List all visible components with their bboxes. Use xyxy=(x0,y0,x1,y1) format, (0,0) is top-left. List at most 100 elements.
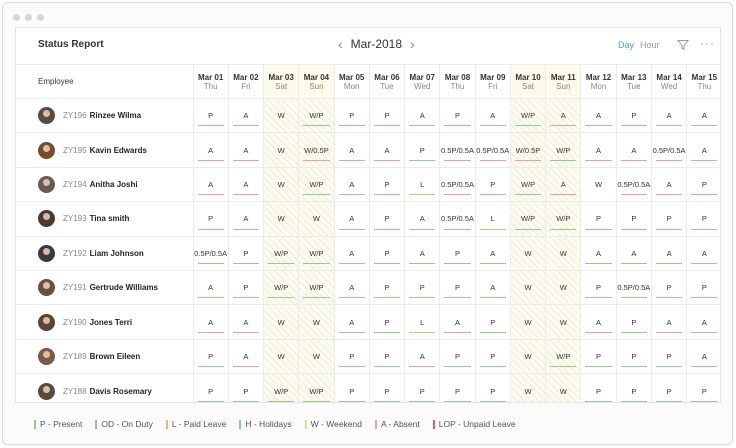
status-cell[interactable]: P xyxy=(651,338,688,374)
status-cell[interactable]: W/P xyxy=(298,373,335,402)
status-cell[interactable]: P xyxy=(369,304,406,340)
status-cell[interactable]: W xyxy=(263,97,300,133)
status-cell[interactable]: A xyxy=(651,166,688,202)
status-cell[interactable]: A xyxy=(545,97,582,133)
status-cell[interactable]: A xyxy=(651,97,688,133)
status-cell[interactable]: W/P xyxy=(298,166,335,202)
status-cell[interactable]: P xyxy=(580,338,617,374)
status-cell[interactable]: W/P xyxy=(263,373,300,402)
chevron-left-icon[interactable]: ‹ xyxy=(338,37,343,51)
status-cell[interactable]: 0.5P/0.5A xyxy=(439,166,476,202)
table-row[interactable]: ZY191 Gertrude Williams A P W/P W/P A P P P A W W P 0.… xyxy=(16,269,720,305)
status-cell[interactable]: A xyxy=(616,132,652,168)
status-cell[interactable]: A xyxy=(651,304,688,340)
employee-name[interactable]: Gertrude Williams xyxy=(90,283,158,292)
status-cell[interactable]: A xyxy=(228,97,265,133)
status-cell[interactable]: P xyxy=(439,373,476,402)
status-cell[interactable]: P xyxy=(193,97,229,133)
status-cell[interactable]: W/P xyxy=(510,166,547,202)
status-cell[interactable]: W xyxy=(580,166,617,202)
status-cell[interactable]: P xyxy=(334,373,370,402)
status-cell[interactable]: A xyxy=(616,235,652,271)
status-cell[interactable]: P xyxy=(369,201,406,237)
status-cell[interactable]: P xyxy=(686,269,720,305)
status-cell[interactable]: A xyxy=(334,235,370,271)
status-cell[interactable]: A xyxy=(193,304,229,340)
status-cell[interactable]: P xyxy=(580,201,617,237)
status-cell[interactable]: P xyxy=(193,201,229,237)
status-cell[interactable]: W/P xyxy=(510,201,547,237)
status-cell[interactable]: 0.5P/0.5A xyxy=(616,166,652,202)
employee-cell[interactable]: ZY192 Liam Johnson xyxy=(16,235,194,271)
status-cell[interactable]: P xyxy=(228,269,265,305)
status-cell[interactable]: A xyxy=(334,166,370,202)
status-cell[interactable]: W/0.5P xyxy=(510,132,547,168)
status-cell[interactable]: A xyxy=(369,132,406,168)
status-cell[interactable]: P xyxy=(651,269,688,305)
status-cell[interactable]: P xyxy=(475,373,511,402)
status-cell[interactable]: A xyxy=(475,235,511,271)
status-cell[interactable]: A xyxy=(404,338,441,374)
status-cell[interactable]: P xyxy=(580,269,617,305)
status-cell[interactable]: P xyxy=(369,373,406,402)
table-row[interactable]: ZY189 Brown Eileen P A W W P P A P P W W/P P P P A xyxy=(16,338,720,374)
table-row[interactable]: ZY188 Davis Rosemary P P W/P W/P P P P P P W W P P P P xyxy=(16,373,720,402)
status-cell[interactable]: P xyxy=(369,166,406,202)
employee-cell[interactable]: ZY194 Anitha Joshi xyxy=(16,166,194,202)
status-cell[interactable]: A xyxy=(228,132,265,168)
status-cell[interactable]: P xyxy=(651,373,688,402)
status-cell[interactable]: W xyxy=(298,304,335,340)
status-cell[interactable]: P xyxy=(475,166,511,202)
status-cell[interactable]: 0.5P/0.5A xyxy=(475,132,511,168)
employee-cell[interactable]: ZY191 Gertrude Williams xyxy=(16,269,194,305)
status-cell[interactable]: A xyxy=(193,269,229,305)
table-row[interactable]: ZY193 Tina smith P A W W A P A 0.5P/0.5A L W/P W/P P P… xyxy=(16,201,720,237)
status-cell[interactable]: P xyxy=(369,269,406,305)
status-cell[interactable]: P xyxy=(686,373,720,402)
window-dot-icon[interactable] xyxy=(37,14,44,21)
table-row[interactable]: ZY196 Rinzee Wilma P A W W/P P P A P A W/P A A P A A xyxy=(16,97,720,133)
employee-name[interactable]: Davis Rosemary xyxy=(90,387,152,396)
employee-cell[interactable]: ZY188 Davis Rosemary xyxy=(16,373,194,402)
status-cell[interactable]: P xyxy=(228,373,265,402)
status-cell[interactable]: P xyxy=(228,235,265,271)
table-row[interactable]: ZY190 Jones Terri A A W W A P L A P W W A P A A xyxy=(16,304,720,340)
status-cell[interactable]: W/P xyxy=(298,235,335,271)
status-cell[interactable]: W/P xyxy=(298,269,335,305)
status-cell[interactable]: W/0.5P xyxy=(298,132,335,168)
employee-cell[interactable]: ZY196 Rinzee Wilma xyxy=(16,97,194,133)
status-cell[interactable]: W xyxy=(545,235,582,271)
status-cell[interactable]: W xyxy=(263,338,300,374)
status-cell[interactable]: A xyxy=(580,235,617,271)
employee-name[interactable]: Kavin Edwards xyxy=(90,146,147,155)
employee-name[interactable]: Brown Eileen xyxy=(90,352,141,361)
status-cell[interactable]: W xyxy=(545,269,582,305)
status-cell[interactable]: P xyxy=(439,269,476,305)
status-cell[interactable]: W/P xyxy=(263,269,300,305)
status-cell[interactable]: A xyxy=(545,166,582,202)
status-cell[interactable]: W xyxy=(510,373,547,402)
table-row[interactable]: ZY192 Liam Johnson 0.5P/0.5A P W/P W/P A P A P A W W… xyxy=(16,235,720,271)
status-cell[interactable]: P xyxy=(651,201,688,237)
status-cell[interactable]: P xyxy=(616,338,652,374)
view-hour-tab[interactable]: Hour xyxy=(640,40,660,50)
status-cell[interactable]: A xyxy=(228,201,265,237)
filter-icon[interactable] xyxy=(677,39,689,51)
status-cell[interactable]: W xyxy=(263,166,300,202)
status-cell[interactable]: W/P xyxy=(545,132,582,168)
window-dot-icon[interactable] xyxy=(25,14,32,21)
window-dot-icon[interactable] xyxy=(13,14,20,21)
status-cell[interactable]: P xyxy=(616,373,652,402)
status-cell[interactable]: W xyxy=(298,201,335,237)
employee-name[interactable]: Liam Johnson xyxy=(90,249,144,258)
table-row[interactable]: ZY195 Kavin Edwards A A W W/0.5P A A P 0.5P/0.5A 0… xyxy=(16,132,720,168)
chevron-right-icon[interactable]: › xyxy=(410,37,415,51)
status-cell[interactable]: L xyxy=(475,201,511,237)
status-cell[interactable]: W xyxy=(298,338,335,374)
employee-cell[interactable]: ZY189 Brown Eileen xyxy=(16,338,194,374)
status-cell[interactable]: A xyxy=(580,97,617,133)
status-cell[interactable]: W/P xyxy=(298,97,335,133)
status-cell[interactable]: P xyxy=(193,373,229,402)
status-cell[interactable]: A xyxy=(475,97,511,133)
status-cell[interactable]: P xyxy=(439,97,476,133)
